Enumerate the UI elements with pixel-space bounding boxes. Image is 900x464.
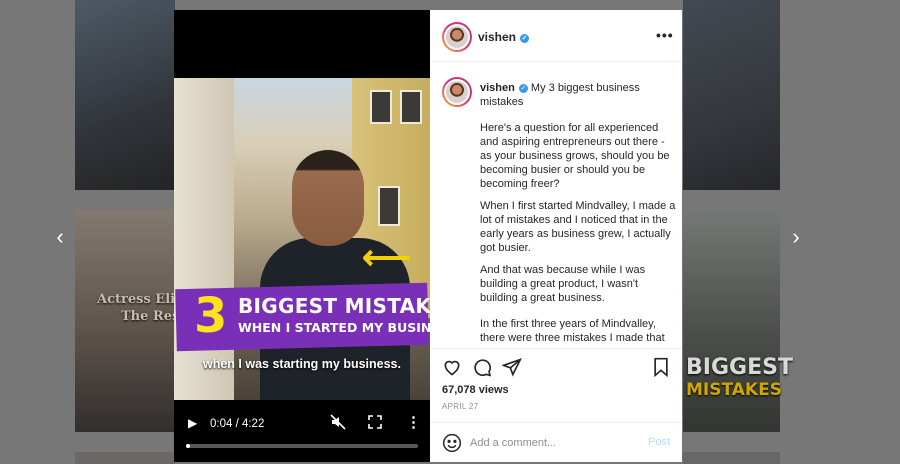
comment-icon[interactable] — [472, 357, 492, 377]
caption-username[interactable]: vishen — [480, 82, 515, 94]
arrow-doodle-icon: ⟵ — [362, 239, 411, 277]
caption-area: vishen ✓ My 3 biggest business mistakes H… — [430, 63, 682, 348]
caption-paragraph: And that was because while I was buildin… — [480, 264, 646, 304]
vertical-dots-icon[interactable]: ⋮ — [406, 413, 421, 431]
post-comment-button[interactable]: Post — [648, 436, 670, 448]
username-text[interactable]: vishen — [478, 30, 516, 44]
heart-icon[interactable] — [442, 357, 462, 377]
banner-number: 3 — [194, 288, 228, 344]
video-progress-fill — [186, 444, 190, 448]
video-scene — [378, 186, 400, 226]
avatar[interactable] — [442, 77, 472, 107]
comment-input[interactable] — [470, 433, 638, 453]
caption-paragraph: Here's a question for all experienced an… — [480, 122, 670, 190]
video-scene — [174, 78, 234, 400]
share-icon[interactable] — [501, 357, 522, 377]
post-header-username[interactable]: vishen ✓ — [478, 30, 530, 44]
video-frame[interactable]: ⟵ 3 BIGGEST MISTAKES WHEN I STARTED MY B… — [174, 78, 430, 400]
post-date[interactable]: APRIL 27 — [442, 402, 478, 411]
video-scene — [400, 90, 422, 124]
verified-badge-icon: ✓ — [520, 34, 530, 43]
post-header: vishen ✓ ••• — [430, 10, 682, 62]
caption-paragraph: When I first started Mindvalley, I made … — [480, 200, 676, 254]
caption-heading: vishen ✓ My 3 biggest business mistakes — [480, 81, 676, 109]
bookmark-icon[interactable] — [652, 357, 672, 378]
video-progress-bar[interactable] — [186, 444, 418, 448]
video-subtitle: when I was starting my business. — [203, 357, 401, 371]
banner-subtitle: WHEN I STARTED MY BUSINESS — [238, 320, 430, 335]
comment-bar: Post — [430, 422, 682, 462]
video-controls: ▶ 0:04 / 4:22 ⋮ — [174, 408, 430, 442]
video-player[interactable]: ⟵ 3 BIGGEST MISTAKES WHEN I STARTED MY B… — [174, 10, 430, 462]
play-icon[interactable]: ▶ — [188, 416, 197, 430]
emoji-icon[interactable] — [442, 433, 462, 453]
view-count[interactable]: 67,078 views — [442, 384, 509, 396]
caption-paragraph: In the first three years of Mindvalley, … — [480, 318, 665, 344]
video-scene — [370, 90, 392, 124]
video-time: 0:04 / 4:22 — [210, 418, 265, 430]
post-modal: ⟵ 3 BIGGEST MISTAKES WHEN I STARTED MY B… — [174, 10, 682, 462]
video-scene — [292, 150, 364, 246]
fullscreen-icon[interactable] — [368, 415, 382, 429]
muted-speaker-icon[interactable] — [330, 414, 346, 430]
post-actions — [430, 348, 682, 380]
verified-badge-icon: ✓ — [518, 84, 528, 93]
banner-title: BIGGEST MISTAKES — [238, 294, 430, 318]
previous-post-button[interactable]: ‹ — [50, 225, 70, 249]
next-post-button[interactable]: › — [786, 225, 806, 249]
more-options-icon[interactable]: ••• — [656, 27, 674, 43]
post-details-panel: vishen ✓ ••• vishen ✓ My 3 biggest busines… — [430, 10, 682, 462]
avatar[interactable] — [442, 22, 472, 52]
